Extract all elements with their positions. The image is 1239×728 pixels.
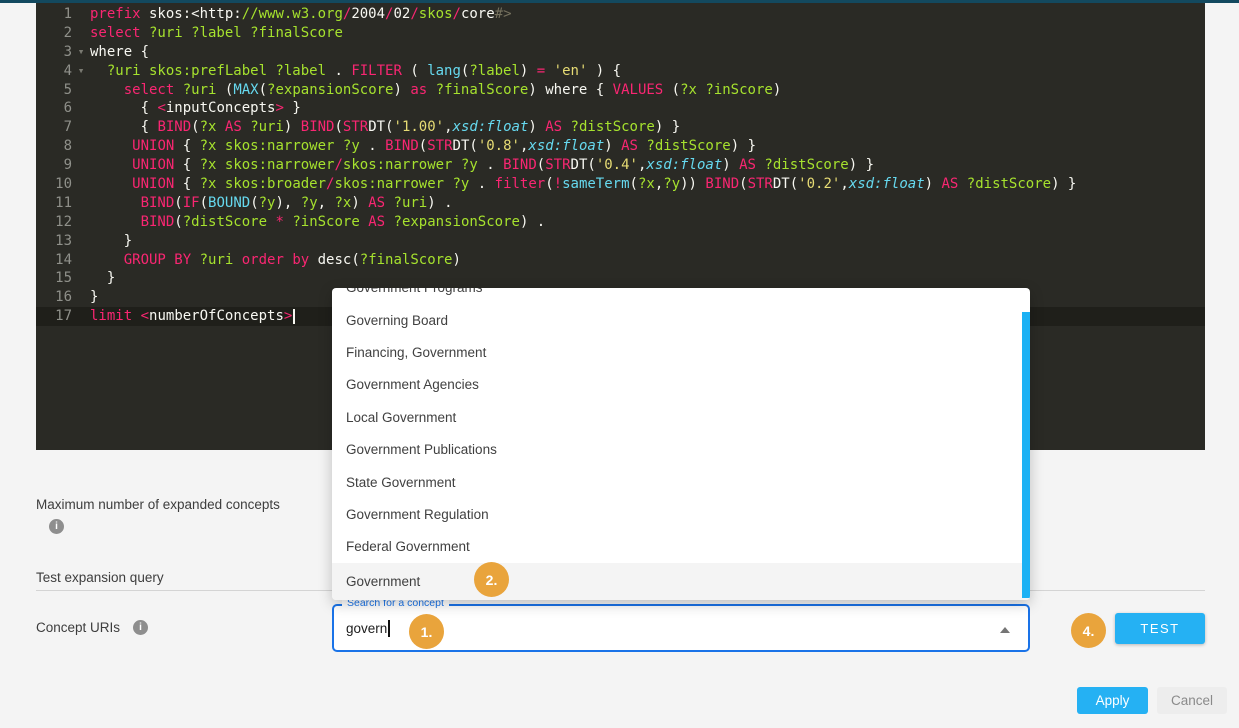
concept-suggestions-dropdown: Government ProgramsGoverning BoardFinanc… — [332, 288, 1030, 600]
code-line: 13 } — [36, 232, 1205, 251]
code-rows-container: 1 prefix skos:<http://www.w3.org/2004/02/… — [36, 5, 1205, 326]
fold-gutter — [72, 118, 90, 137]
line-number: 10 — [36, 175, 72, 194]
line-number: 6 — [36, 99, 72, 118]
code-line: 3▾where { — [36, 43, 1205, 62]
code-line: 6 { <inputConcepts> } — [36, 99, 1205, 118]
code-text: ?uri skos:prefLabel ?label . FILTER ( la… — [90, 62, 1205, 81]
info-icon[interactable]: i — [133, 620, 148, 635]
fold-gutter — [72, 175, 90, 194]
cancel-button[interactable]: Cancel — [1157, 687, 1227, 714]
test-button[interactable]: TEST — [1115, 613, 1205, 644]
code-text: where { — [90, 43, 1205, 62]
code-line: 10 UNION { ?x skos:broader/skos:narrower… — [36, 175, 1205, 194]
line-number: 8 — [36, 137, 72, 156]
line-number: 12 — [36, 213, 72, 232]
dropdown-item[interactable]: Governing Board — [332, 304, 1030, 336]
line-number: 5 — [36, 81, 72, 100]
fold-gutter — [72, 288, 90, 307]
fold-toggle-icon[interactable]: ▾ — [72, 62, 90, 81]
line-number: 9 — [36, 156, 72, 175]
fold-gutter — [72, 269, 90, 288]
dropdown-item[interactable]: Financing, Government — [332, 336, 1030, 368]
chevron-up-icon[interactable] — [1000, 627, 1010, 633]
code-text: GROUP BY ?uri order by desc(?finalScore) — [90, 251, 1205, 270]
fold-gutter — [72, 307, 90, 326]
code-text: { BIND(?x AS ?uri) BIND(STRDT('1.00',xsd… — [90, 118, 1205, 137]
code-line: 11 BIND(IF(BOUND(?y), ?y, ?x) AS ?uri) . — [36, 194, 1205, 213]
fold-gutter — [72, 213, 90, 232]
dropdown-item[interactable]: State Government — [332, 466, 1030, 498]
fold-gutter — [72, 5, 90, 24]
dropdown-item[interactable]: Government Agencies — [332, 369, 1030, 401]
fold-gutter — [72, 24, 90, 43]
code-line: 14 GROUP BY ?uri order by desc(?finalSco… — [36, 251, 1205, 270]
dropdown-item[interactable]: Government Publications — [332, 433, 1030, 465]
dropdown-item[interactable]: Local Government — [332, 401, 1030, 433]
code-text: } — [90, 232, 1205, 251]
fold-gutter — [72, 81, 90, 100]
code-line: 7 { BIND(?x AS ?uri) BIND(STRDT('1.00',x… — [36, 118, 1205, 137]
step-badge-4: 4. — [1071, 613, 1106, 648]
code-line: 4▾ ?uri skos:prefLabel ?label . FILTER (… — [36, 62, 1205, 81]
code-line: 5 select ?uri (MAX(?expansionScore) as ?… — [36, 81, 1205, 100]
code-text: BIND(?distScore * ?inScore AS ?expansion… — [90, 213, 1205, 232]
dropdown-item[interactable]: Government — [332, 563, 1030, 600]
editor-text-cursor — [293, 309, 295, 324]
line-number: 17 — [36, 307, 72, 326]
code-text: } — [90, 269, 1205, 288]
query-expansion-config-page: 1 prefix skos:<http://www.w3.org/2004/02/… — [0, 0, 1239, 728]
fold-gutter — [72, 194, 90, 213]
code-text: { <inputConcepts> } — [90, 99, 1205, 118]
code-line: 12 BIND(?distScore * ?inScore AS ?expans… — [36, 213, 1205, 232]
line-number: 4 — [36, 62, 72, 81]
fold-gutter — [72, 137, 90, 156]
fold-gutter — [72, 251, 90, 270]
max-expanded-concepts-label: Maximum number of expanded concepts — [36, 497, 280, 512]
line-number: 1 — [36, 5, 72, 24]
step-badge-2: 2. — [474, 562, 509, 597]
code-text: UNION { ?x skos:narrower/skos:narrower ?… — [90, 156, 1205, 175]
dropdown-items-container: Government ProgramsGoverning BoardFinanc… — [332, 288, 1030, 600]
line-number: 7 — [36, 118, 72, 137]
line-number: 3 — [36, 43, 72, 62]
fold-toggle-icon[interactable]: ▾ — [72, 43, 90, 62]
apply-button[interactable]: Apply — [1077, 687, 1148, 714]
dropdown-item[interactable]: Government Regulation — [332, 498, 1030, 530]
concept-uris-label: Concept URIs — [36, 620, 120, 635]
fold-gutter — [72, 156, 90, 175]
line-number: 15 — [36, 269, 72, 288]
text-cursor — [388, 620, 390, 637]
info-icon[interactable]: i — [49, 519, 64, 534]
code-text: UNION { ?x skos:broader/skos:narrower ?y… — [90, 175, 1205, 194]
fold-gutter — [72, 232, 90, 251]
fold-gutter — [72, 99, 90, 118]
code-line: 15 } — [36, 269, 1205, 288]
code-text: select ?uri (MAX(?expansionScore) as ?fi… — [90, 81, 1205, 100]
line-number: 13 — [36, 232, 72, 251]
test-expansion-query-label: Test expansion query — [36, 570, 164, 585]
code-line: 8 UNION { ?x skos:narrower ?y . BIND(STR… — [36, 137, 1205, 156]
code-line: 1 prefix skos:<http://www.w3.org/2004/02/… — [36, 5, 1205, 24]
code-text: BIND(IF(BOUND(?y), ?y, ?x) AS ?uri) . — [90, 194, 1205, 213]
dropdown-item[interactable]: Federal Government — [332, 531, 1030, 563]
code-text: select ?uri ?label ?finalScore — [90, 24, 1205, 43]
line-number: 11 — [36, 194, 72, 213]
line-number: 2 — [36, 24, 72, 43]
code-line: 2 select ?uri ?label ?finalScore — [36, 24, 1205, 43]
line-number: 14 — [36, 251, 72, 270]
dropdown-item[interactable]: Government Programs — [332, 288, 1030, 304]
code-text: prefix skos:<http://www.w3.org/2004/02/s… — [90, 5, 1205, 24]
concept-search-input-value[interactable]: govern — [346, 621, 387, 636]
code-line: 9 UNION { ?x skos:narrower/skos:narrower… — [36, 156, 1205, 175]
step-badge-1: 1. — [409, 614, 444, 649]
dropdown-scrollbar[interactable] — [1022, 312, 1030, 598]
code-text: UNION { ?x skos:narrower ?y . BIND(STRDT… — [90, 137, 1205, 156]
line-number: 16 — [36, 288, 72, 307]
